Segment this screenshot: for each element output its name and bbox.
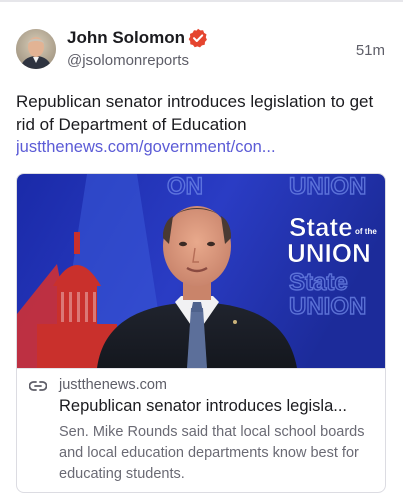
svg-text:UNION: UNION: [289, 174, 366, 200]
post-header: John Solomon @jsolomonreports 51m: [16, 28, 387, 74]
post-timestamp: 51m: [355, 42, 385, 59]
verified-badge-icon: [188, 28, 207, 48]
show-logo-line2: UNION: [287, 238, 371, 268]
link-description: Sen. Mike Rounds said that local school …: [59, 424, 365, 482]
post-body: Republican senator introduces legislatio…: [16, 90, 387, 159]
link-preview-image: UNION State UNION ON State of the UNION: [17, 174, 385, 368]
post-text: Republican senator introduces legislatio…: [16, 92, 374, 134]
avatar[interactable]: [16, 29, 56, 69]
svg-text:ON: ON: [167, 174, 203, 200]
link-preview-meta: justthenews.com Republican senator intro…: [17, 368, 385, 492]
link-title[interactable]: Republican senator introduces legisla...: [59, 397, 375, 416]
author-handle[interactable]: @jsolomonreports: [67, 52, 189, 69]
author-name[interactable]: John Solomon: [67, 28, 185, 48]
link-domain: justthenews.com: [59, 377, 167, 393]
link-icon: [29, 381, 47, 391]
avatar-image: [16, 29, 56, 69]
post[interactable]: John Solomon @jsolomonreports 51m Republ…: [0, 0, 403, 500]
svg-text:UNION: UNION: [289, 293, 366, 320]
show-logo-small: of the: [355, 227, 377, 236]
divider: [0, 0, 403, 2]
link-preview-card[interactable]: UNION State UNION ON State of the UNION: [16, 173, 386, 493]
post-link[interactable]: justthenews.com/government/con...: [16, 136, 387, 159]
svg-text:State: State: [289, 269, 348, 296]
